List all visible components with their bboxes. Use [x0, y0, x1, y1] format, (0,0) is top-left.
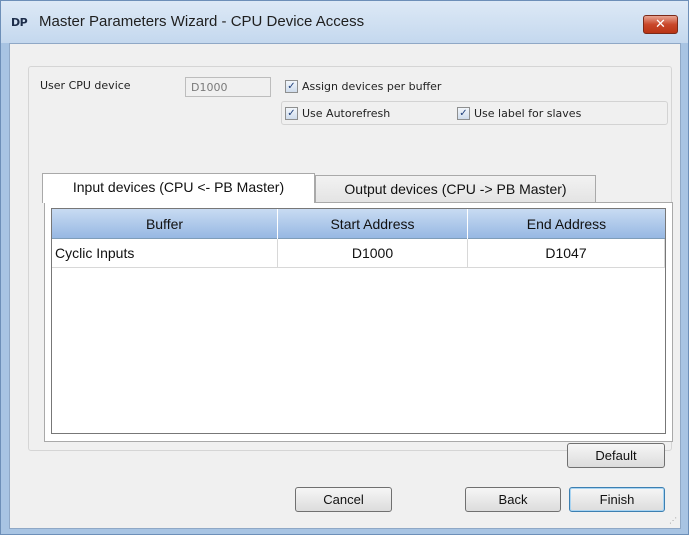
check-icon: ✓ — [285, 107, 298, 120]
cell-start-address[interactable]: D1000 — [278, 239, 468, 267]
assign-devices-label: Assign devices per buffer — [302, 80, 442, 93]
dialog-body: User CPU device D1000 ✓ Assign devices p… — [9, 43, 681, 529]
cancel-button[interactable]: Cancel — [295, 487, 392, 512]
check-icon: ✓ — [285, 80, 298, 93]
column-header-end-address[interactable]: End Address — [468, 209, 665, 239]
tab-output-devices[interactable]: Output devices (CPU -> PB Master) — [315, 175, 596, 203]
cpu-device-label: User CPU device — [40, 79, 131, 92]
title-bar[interactable]: DP Master Parameters Wizard - CPU Device… — [1, 1, 688, 43]
tab-input-devices[interactable]: Input devices (CPU <- PB Master) — [42, 173, 315, 203]
use-autorefresh-label: Use Autorefresh — [302, 107, 391, 120]
default-button[interactable]: Default — [567, 443, 665, 468]
use-autorefresh-checkbox[interactable]: ✓ Use Autorefresh — [285, 105, 425, 123]
buffer-grid[interactable]: Buffer Start Address End Address Cyclic … — [51, 208, 666, 434]
resize-grip-icon[interactable]: ⋰ — [669, 516, 677, 525]
assign-devices-checkbox[interactable]: ✓ Assign devices per buffer — [285, 78, 505, 96]
column-header-start-address[interactable]: Start Address — [278, 209, 468, 239]
window-title: Master Parameters Wizard - CPU Device Ac… — [39, 13, 365, 30]
table-row[interactable]: Cyclic Inputs D1000 D1047 — [52, 239, 665, 268]
cell-end-address[interactable]: D1047 — [468, 239, 665, 267]
use-label-for-slaves-label: Use label for slaves — [474, 107, 582, 120]
wizard-window: DP Master Parameters Wizard - CPU Device… — [0, 0, 689, 535]
cell-buffer: Cyclic Inputs — [52, 239, 278, 267]
app-icon: DP — [11, 16, 28, 29]
close-icon: ✕ — [655, 17, 666, 32]
column-header-buffer[interactable]: Buffer — [52, 209, 278, 239]
grid-header: Buffer Start Address End Address — [52, 209, 665, 239]
check-icon: ✓ — [457, 107, 470, 120]
use-label-for-slaves-checkbox[interactable]: ✓ Use label for slaves — [457, 105, 637, 123]
cpu-device-field: D1000 — [185, 77, 271, 97]
tab-panel: Buffer Start Address End Address Cyclic … — [44, 202, 673, 442]
back-button[interactable]: Back — [465, 487, 561, 512]
close-button[interactable]: ✕ — [643, 15, 678, 34]
finish-button[interactable]: Finish — [569, 487, 665, 512]
